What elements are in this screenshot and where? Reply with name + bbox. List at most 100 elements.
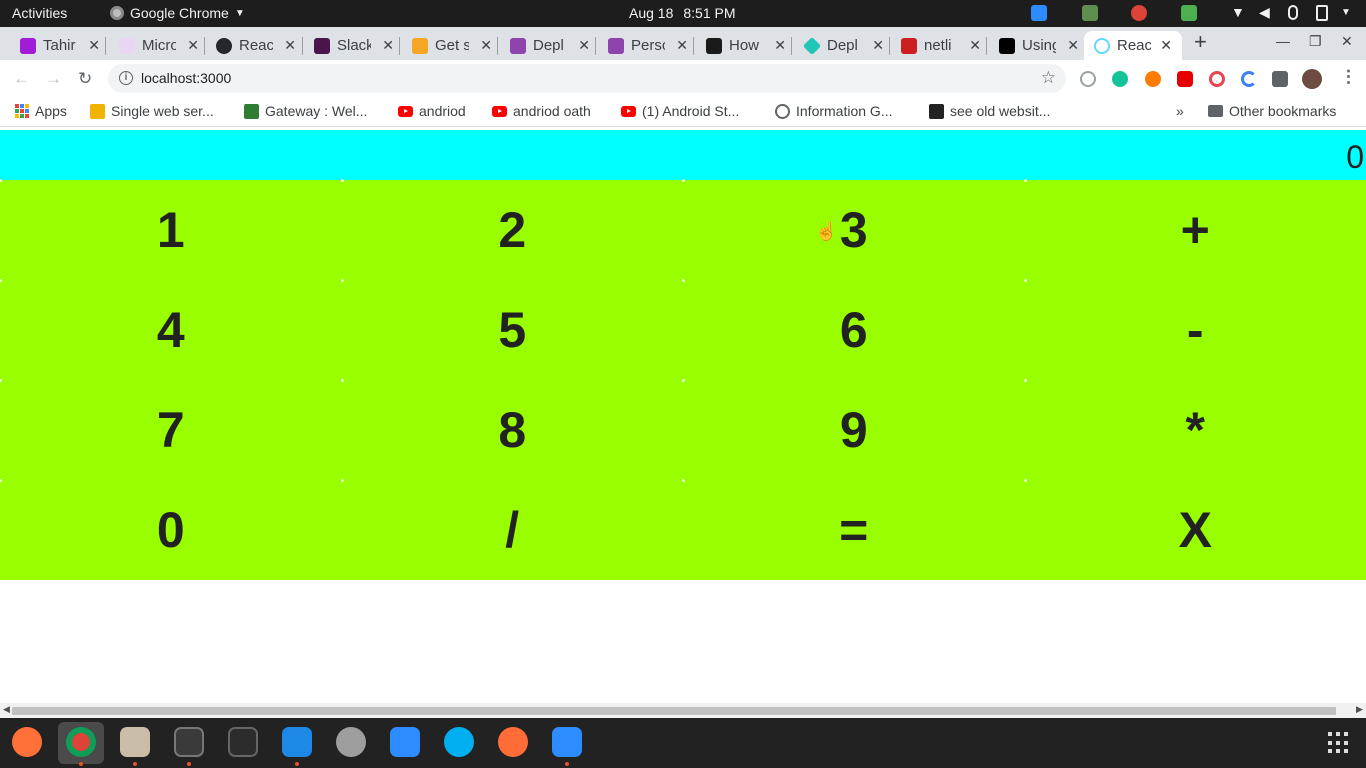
key-0[interactable]: 0 — [0, 479, 342, 580]
bookmark-item[interactable]: Gateway : Wel... — [244, 103, 367, 119]
tab-title: Depl — [827, 37, 858, 54]
minimize-icon[interactable]: — — [1276, 33, 1290, 49]
tab[interactable]: Using ✕ — [993, 31, 1079, 60]
key-6[interactable]: 6 — [682, 279, 1025, 380]
vscode-icon[interactable] — [282, 727, 312, 757]
tab[interactable]: netli ✕ — [895, 31, 981, 60]
key-clear[interactable]: X — [1023, 479, 1366, 580]
scroll-left-icon[interactable]: ◀ — [3, 704, 10, 715]
key-2[interactable]: 2 — [340, 179, 684, 280]
wifi-icon[interactable]: ▼ — [1231, 4, 1247, 20]
tab[interactable]: Depl ✕ — [504, 31, 590, 60]
bookmark-apps[interactable]: Apps — [15, 103, 67, 119]
tab[interactable]: Micro ✕ — [113, 31, 199, 60]
info-icon[interactable]: i — [119, 71, 133, 85]
files-icon[interactable] — [120, 727, 150, 757]
tab[interactable]: Perso ✕ — [602, 31, 688, 60]
battery-icon[interactable] — [1316, 5, 1328, 21]
key-5[interactable]: 5 — [340, 279, 684, 380]
scroll-right-icon[interactable]: ▶ — [1356, 704, 1363, 715]
grammarly-icon[interactable] — [1112, 71, 1128, 87]
extension-icon[interactable] — [1209, 71, 1225, 87]
volume-icon[interactable]: ◀ — [1259, 4, 1275, 20]
check-tray-icon[interactable] — [1181, 5, 1197, 21]
more-menu-icon[interactable]: ⋮ — [1340, 67, 1357, 87]
postman-icon[interactable] — [498, 727, 528, 757]
microphone-icon[interactable] — [1288, 5, 1298, 20]
key-7[interactable]: 7 — [0, 379, 342, 480]
close-icon[interactable]: ✕ — [88, 37, 100, 54]
close-icon[interactable]: ✕ — [969, 37, 981, 54]
key-9[interactable]: 9 — [682, 379, 1025, 480]
tab[interactable]: Depl ✕ — [798, 31, 884, 60]
reload-icon[interactable]: ↻ — [78, 69, 92, 89]
restore-icon[interactable]: ❐ — [1309, 33, 1322, 50]
horizontal-scrollbar[interactable]: ◀ ▶ — [0, 703, 1366, 718]
tab-active[interactable]: Reac ✕ — [1084, 31, 1182, 60]
tab[interactable]: How ✕ — [700, 31, 786, 60]
new-tab-button[interactable]: + — [1194, 29, 1207, 55]
bookmark-item[interactable]: see old websit... — [929, 103, 1050, 119]
bookmark-item[interactable]: Single web ser... — [90, 103, 214, 119]
bookmark-item[interactable]: (1) Android St... — [621, 103, 739, 119]
firefox-icon[interactable] — [12, 727, 42, 757]
system-menu-chevron-icon[interactable]: ▼ — [1341, 7, 1357, 23]
tab[interactable]: Get s ✕ — [406, 31, 492, 60]
close-icon[interactable]: ✕ — [480, 37, 492, 54]
close-icon[interactable]: ✕ — [382, 37, 394, 54]
tab[interactable]: Slack ✕ — [308, 31, 394, 60]
close-icon[interactable]: ✕ — [284, 37, 296, 54]
close-icon[interactable]: ✕ — [1067, 37, 1079, 54]
shield-tray-icon[interactable] — [1082, 5, 1098, 21]
settings-icon[interactable] — [336, 727, 366, 757]
key-minus[interactable]: - — [1023, 279, 1366, 380]
extension-icon[interactable] — [1145, 71, 1161, 87]
close-icon[interactable]: ✕ — [578, 37, 590, 54]
bookmark-star-icon[interactable]: ☆ — [1041, 68, 1056, 88]
bookmarks-overflow-button[interactable]: » — [1176, 103, 1184, 119]
bookmark-item[interactable]: andriod — [398, 103, 466, 119]
extension-icon[interactable] — [1241, 71, 1257, 87]
bookmark-item[interactable]: Information G... — [775, 103, 892, 119]
key-divide[interactable]: / — [340, 479, 684, 580]
url-text[interactable]: localhost:3000 — [141, 70, 231, 86]
chrome-tray-icon[interactable] — [1131, 5, 1147, 21]
key-equals[interactable]: = — [682, 479, 1025, 580]
key-plus[interactable]: + — [1023, 179, 1366, 280]
avatar[interactable] — [1302, 69, 1322, 89]
close-icon[interactable]: ✕ — [187, 37, 199, 54]
close-icon[interactable]: ✕ — [676, 37, 688, 54]
system-monitor-icon[interactable] — [174, 727, 204, 757]
address-bar[interactable]: i localhost:3000 ☆ — [108, 64, 1066, 93]
skype-icon[interactable] — [444, 727, 474, 757]
tab[interactable]: React ✕ — [210, 31, 296, 60]
chrome-icon[interactable] — [66, 727, 96, 757]
bookmark-item[interactable]: andriod oath — [492, 103, 591, 119]
app-menu[interactable]: Google Chrome ▼ — [110, 5, 245, 21]
key-3[interactable]: 3 — [682, 179, 1025, 280]
key-multiply[interactable]: * — [1023, 379, 1366, 480]
tab-separator — [497, 37, 498, 55]
scrollbar-thumb[interactable] — [12, 707, 1336, 715]
globe-extension-icon[interactable] — [1080, 71, 1096, 87]
close-icon[interactable]: ✕ — [774, 37, 786, 54]
key-1[interactable]: 1 — [0, 179, 342, 280]
activities-button[interactable]: Activities — [12, 5, 67, 21]
close-icon[interactable]: ✕ — [872, 37, 884, 54]
show-applications-icon[interactable] — [1328, 732, 1350, 754]
tab[interactable]: Tahir ✕ — [14, 31, 100, 60]
key-4[interactable]: 4 — [0, 279, 342, 380]
clock[interactable]: Aug 18 8:51 PM — [629, 5, 736, 21]
zoom-tray-icon[interactable] — [1031, 5, 1047, 21]
terminal-icon[interactable] — [228, 727, 258, 757]
puzzle-icon[interactable] — [1272, 71, 1288, 87]
key-8[interactable]: 8 — [340, 379, 684, 480]
forward-icon[interactable]: → — [45, 69, 62, 89]
window-close-icon[interactable]: ✕ — [1341, 33, 1353, 50]
other-bookmarks-folder[interactable]: Other bookmarks — [1208, 103, 1336, 119]
extension-icon[interactable] — [1177, 71, 1193, 87]
close-icon[interactable]: ✕ — [1160, 37, 1172, 54]
zoom-icon[interactable] — [390, 727, 420, 757]
zoom-meeting-icon[interactable] — [552, 727, 582, 757]
back-icon[interactable]: ← — [13, 69, 30, 89]
